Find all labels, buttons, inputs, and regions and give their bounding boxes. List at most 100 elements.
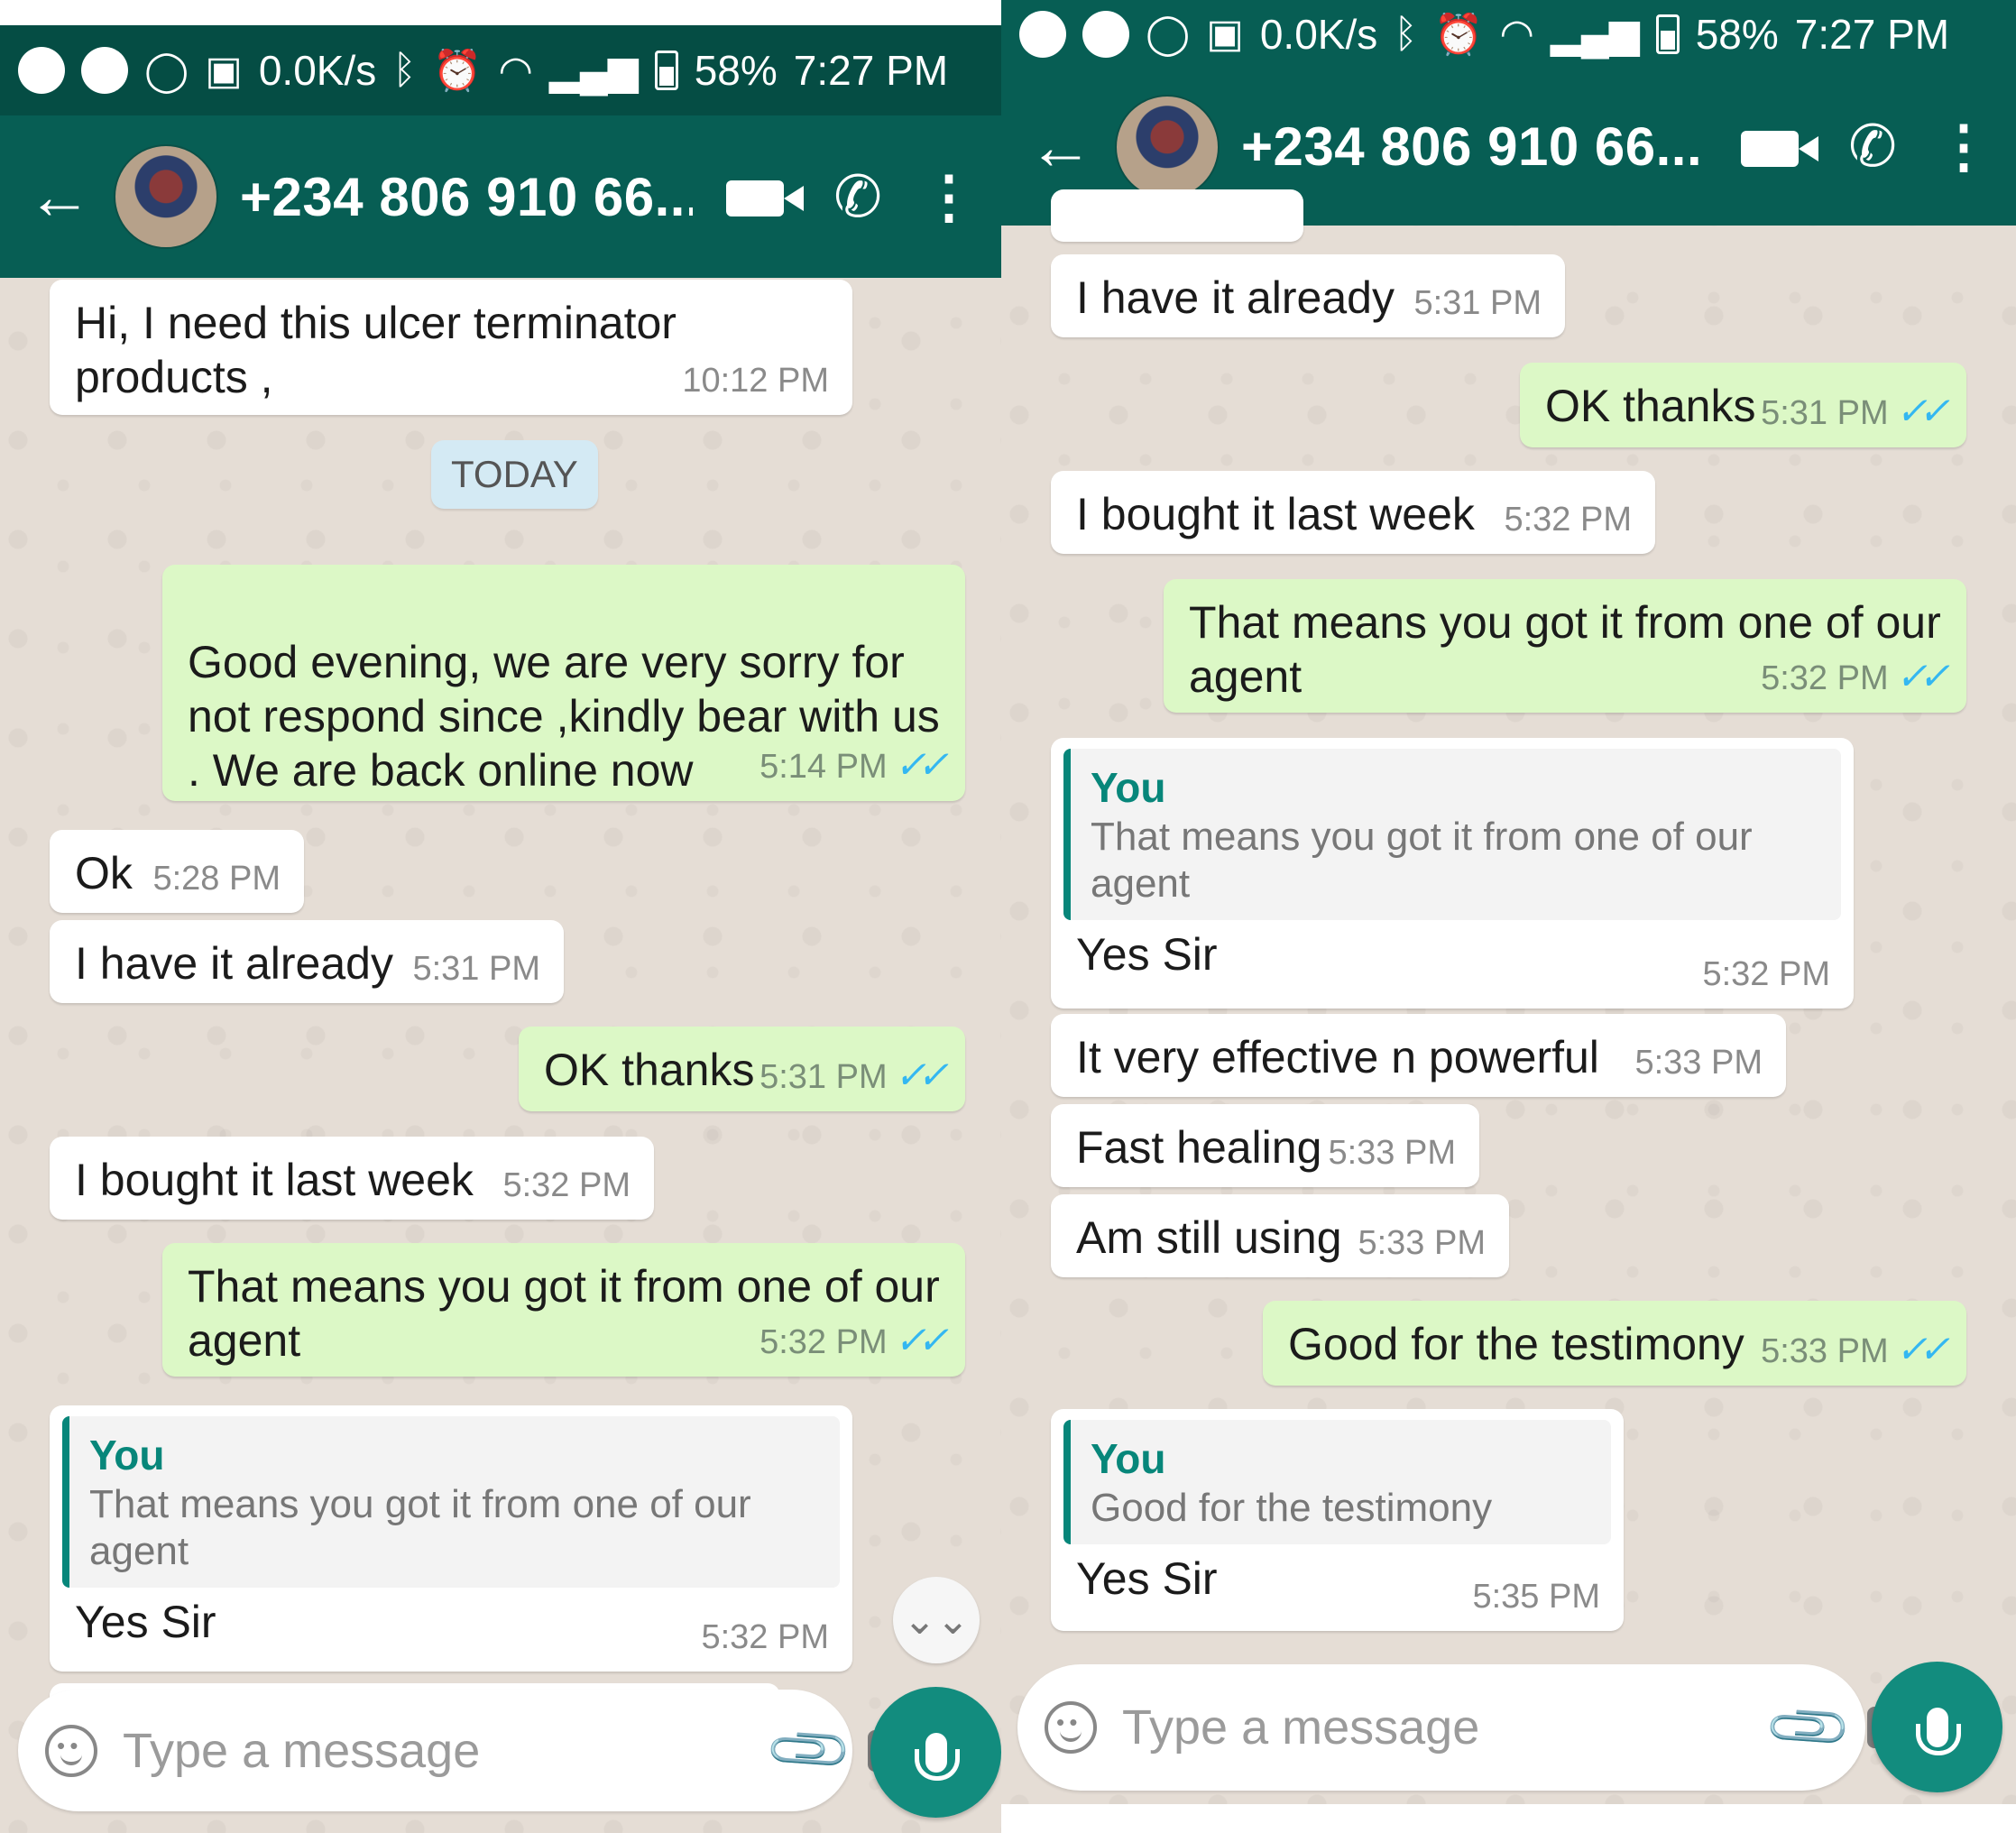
read-ticks-icon: ✓✓ [1895, 1328, 1950, 1370]
outgoing-message[interactable]: OK thanks 5:31 PM ✓✓ [519, 1027, 965, 1111]
quote-author: You [1091, 1435, 1166, 1482]
outgoing-message[interactable]: Good for the testimony 5:33 PM ✓✓ [1263, 1301, 1966, 1386]
incoming-message[interactable]: Am still using 5:33 PM [1051, 1194, 1509, 1277]
message-text: Fast healing [1076, 1122, 1322, 1173]
contact-avatar[interactable] [1115, 94, 1220, 199]
clock: 7:27 PM [1794, 10, 1950, 58]
message-time: 5:32 PM [1761, 659, 1889, 697]
message-input[interactable] [121, 1721, 751, 1780]
chat-screen-left: ◯ ▣ 0.0K/s ᛒ ⏰ ◠ ▂▄▆ 58% 7:27 PM ← +234 … [0, 25, 1001, 1833]
emoji-icon[interactable] [1045, 1701, 1097, 1754]
incoming-message[interactable]: Hi, I need this ulcer terminator product… [50, 280, 852, 415]
read-ticks-icon: ✓✓ [1895, 655, 1950, 697]
contact-name[interactable]: +234 806 910 66... [240, 166, 693, 228]
incoming-reply-message[interactable]: You That means you got it from one of ou… [50, 1405, 852, 1672]
quote-text: That means you got it from one of our ag… [1091, 815, 1753, 906]
quoted-message[interactable]: You Good for the testimony [1063, 1420, 1611, 1544]
message-time: 5:28 PM [152, 860, 281, 898]
message-text: Yes Sir [1076, 929, 1218, 980]
incoming-message[interactable]: I have it already 5:31 PM [50, 920, 564, 1003]
quoted-message[interactable]: You That means you got it from one of ou… [62, 1416, 840, 1588]
back-arrow-icon[interactable]: ← [1028, 115, 1093, 180]
contact-avatar[interactable] [114, 144, 218, 249]
outgoing-message[interactable]: Good evening, we are very sorry for not … [162, 565, 965, 801]
incoming-message[interactable]: Fast healing 5:33 PM [1051, 1104, 1479, 1187]
message-list[interactable]: Hi, I need this ulcer terminator product… [0, 278, 1001, 1833]
net-speed: 0.0K/s [258, 47, 377, 94]
message-list[interactable]: I have it already 5:31 PM OK thanks 5:31… [1001, 189, 2016, 1804]
mic-icon [1915, 1707, 1961, 1755]
contact-name[interactable]: +234 806 910 66... [1241, 115, 1708, 178]
message-time: 5:33 PM [1328, 1134, 1456, 1172]
signal-icon: ▂▄▆ [1550, 12, 1640, 56]
attach-icon[interactable]: 📎 [1761, 1680, 1856, 1775]
incoming-reply-message[interactable]: You Good for the testimony Yes Sir 5:35 … [1051, 1409, 1624, 1631]
message-time: 5:31 PM [1761, 394, 1889, 432]
message-time-wrap: 5:31 PM ✓✓ [1761, 391, 1950, 433]
message-composer: 📎 [18, 1690, 925, 1811]
message-time: 5:32 PM [759, 1323, 888, 1361]
message-text: OK thanks [1545, 381, 1756, 431]
message-text: I have it already [75, 938, 393, 989]
battery-icon [1655, 14, 1680, 54]
date-separator: TODAY [431, 440, 598, 509]
quote-text: Good for the testimony [1091, 1486, 1493, 1530]
incoming-reply-message[interactable]: You That means you got it from one of ou… [1051, 738, 1854, 1009]
message-time: 5:31 PM [412, 950, 540, 988]
message-input[interactable] [1120, 1699, 1751, 1756]
read-ticks-icon: ✓✓ [894, 1319, 949, 1361]
incoming-message[interactable]: I bought it last week 5:32 PM [50, 1137, 654, 1220]
emoji-icon[interactable] [45, 1724, 97, 1777]
message-time-wrap: 5:32 PM ✓✓ [1761, 655, 1950, 698]
scroll-down-icon[interactable]: ⌄⌄ [893, 1577, 980, 1663]
mic-button[interactable] [1872, 1662, 2002, 1792]
bluetooth-icon: ᛒ [392, 48, 417, 92]
quote-author: You [1091, 764, 1166, 811]
notification-dot-icon [1082, 10, 1129, 58]
outgoing-message[interactable]: That means you got it from one of our ag… [162, 1243, 965, 1377]
whatsapp-icon: ◯ [144, 48, 189, 93]
message-time: 5:35 PM [1472, 1578, 1600, 1616]
message-text: I bought it last week [75, 1155, 474, 1205]
back-arrow-icon[interactable]: ← [27, 164, 92, 229]
more-options-icon[interactable]: ⋮ [920, 163, 978, 231]
message-text: Yes Sir [75, 1597, 216, 1647]
incoming-message-partial[interactable] [1051, 189, 1303, 242]
message-text: Good for the testimony [1288, 1319, 1744, 1369]
incoming-message[interactable]: Ok 5:28 PM [50, 830, 304, 913]
video-call-icon[interactable] [714, 163, 804, 230]
message-time: 5:31 PM [1413, 284, 1542, 322]
message-text: OK thanks [544, 1045, 755, 1095]
outgoing-message[interactable]: OK thanks 5:31 PM ✓✓ [1520, 363, 1966, 447]
video-call-icon[interactable] [1729, 114, 1818, 180]
net-speed: 0.0K/s [1259, 10, 1378, 58]
incoming-message[interactable]: I bought it last week 5:32 PM [1051, 471, 1655, 554]
voice-call-icon[interactable]: ✆ [1832, 113, 1913, 180]
alarm-icon: ⏰ [432, 49, 483, 93]
incoming-message[interactable]: I have it already 5:31 PM [1051, 254, 1565, 337]
voice-call-icon[interactable]: ✆ [817, 163, 898, 231]
message-time: 5:32 PM [701, 1618, 829, 1656]
wifi-icon: ◠ [1499, 12, 1534, 56]
mic-button[interactable] [870, 1687, 1001, 1818]
message-time: 5:32 PM [1702, 955, 1830, 993]
signal-icon: ▂▄▆ [548, 48, 639, 93]
message-time: 5:32 PM [502, 1166, 631, 1204]
outgoing-message[interactable]: That means you got it from one of our ag… [1164, 579, 1966, 713]
incoming-message[interactable]: It very effective n powerful 5:33 PM [1051, 1014, 1786, 1097]
message-text: I have it already [1076, 272, 1395, 323]
quote-author: You [89, 1432, 165, 1478]
message-time: 5:31 PM [759, 1058, 888, 1096]
chat-header: ← +234 806 910 66... ✆ ⋮ [0, 115, 1001, 278]
bluetooth-icon: ᛒ [1394, 11, 1418, 56]
battery-icon [654, 51, 678, 90]
clock: 7:27 PM [793, 47, 949, 94]
quoted-message[interactable]: You That means you got it from one of ou… [1063, 749, 1841, 920]
message-time: 5:14 PM [759, 748, 888, 786]
message-time-wrap: 5:33 PM ✓✓ [1761, 1328, 1950, 1371]
message-time: 5:32 PM [1504, 501, 1632, 539]
message-time: 5:33 PM [1634, 1044, 1763, 1082]
gallery-icon: ▣ [1206, 12, 1244, 56]
more-options-icon[interactable]: ⋮ [1935, 113, 1993, 180]
alarm-icon: ⏰ [1433, 12, 1484, 57]
